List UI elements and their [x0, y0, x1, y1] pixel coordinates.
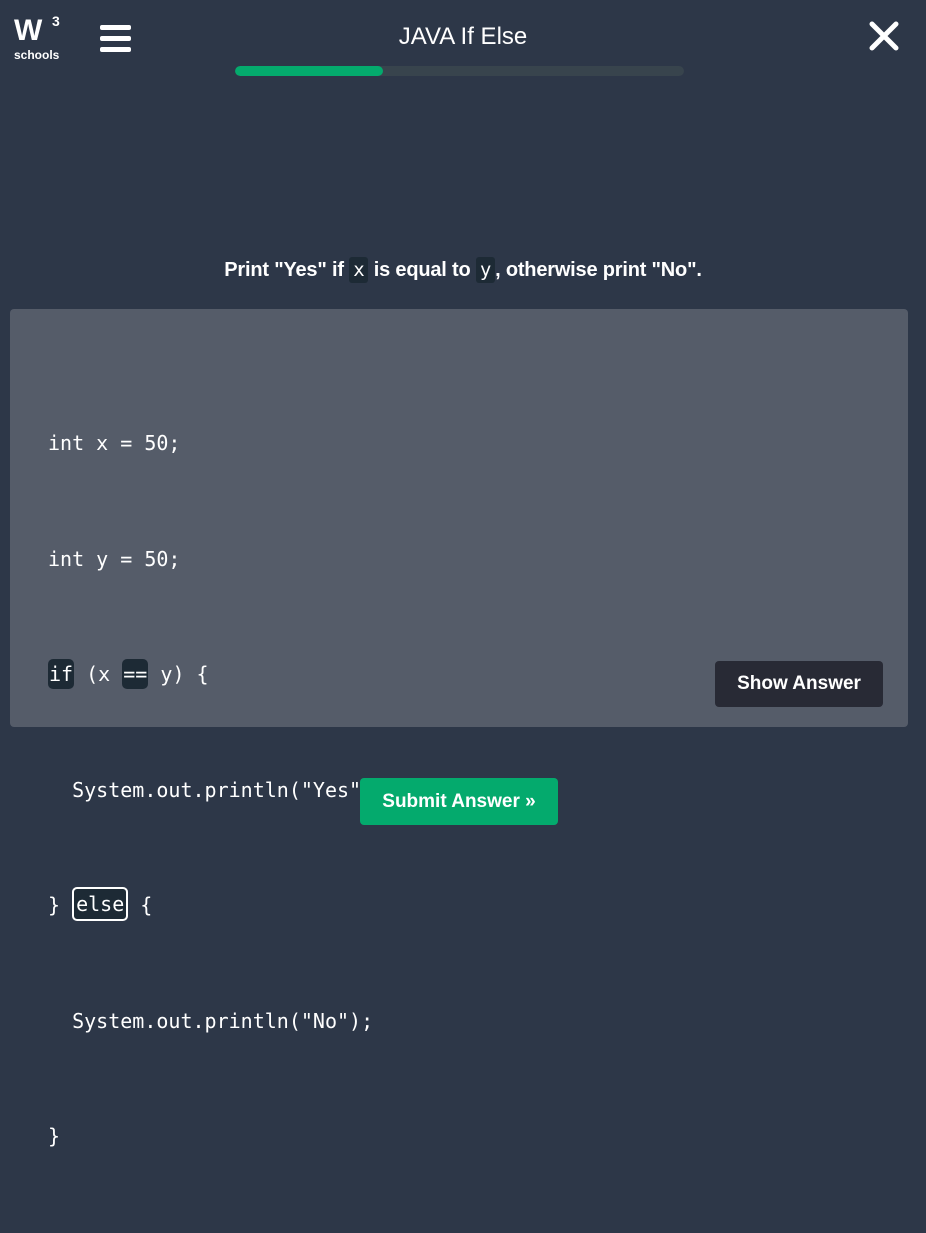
code-line-1: int x = 50;	[48, 431, 181, 455]
question-middle: is equal to	[368, 259, 476, 281]
code-line-7: }	[48, 1124, 61, 1148]
code-line: System.out.println("No");	[48, 1002, 385, 1041]
progress-bar	[235, 66, 684, 76]
progress-fill	[235, 66, 384, 76]
code-panel: int x = 50; int y = 50; if (x == y) { Sy…	[10, 309, 908, 1148]
submit-answer-button[interactable]: Submit Answer »	[360, 778, 558, 825]
question-suffix: , otherwise print "No".	[495, 259, 702, 281]
code-line: System.out.println("Yes");	[48, 771, 385, 810]
code-line-5-end: {	[128, 893, 153, 917]
code-line: } else {	[48, 886, 385, 925]
code-line: int x = 50;	[48, 424, 385, 463]
code-line: int y = 50;	[48, 540, 385, 579]
question-prefix: Print "Yes" if	[224, 259, 350, 281]
code-line-6: System.out.println("No");	[48, 1008, 374, 1033]
keyword-if: if	[48, 659, 75, 689]
close-icon[interactable]	[866, 18, 902, 54]
code-line: if (x == y) {	[48, 655, 385, 694]
code-line: }	[48, 1117, 385, 1156]
show-answer-button[interactable]: Show Answer	[715, 661, 883, 707]
question-var-y: y	[475, 257, 496, 283]
page-title: JAVA If Else	[398, 23, 528, 50]
answer-input-else[interactable]: else	[72, 886, 129, 921]
code-line-3-mid: (x	[74, 662, 123, 686]
exercise-question: Print "Yes" if x is equal to y, otherwis…	[0, 254, 926, 286]
code-line-4: System.out.println("Yes");	[48, 777, 386, 802]
operator-equals: ==	[122, 659, 149, 689]
code-line-3-end: y) {	[148, 662, 209, 686]
code-block: int x = 50; int y = 50; if (x == y) { Sy…	[48, 347, 385, 1233]
question-var-x: x	[349, 257, 369, 283]
code-line-5-start: }	[48, 893, 73, 917]
code-line-2: int y = 50;	[48, 546, 181, 571]
